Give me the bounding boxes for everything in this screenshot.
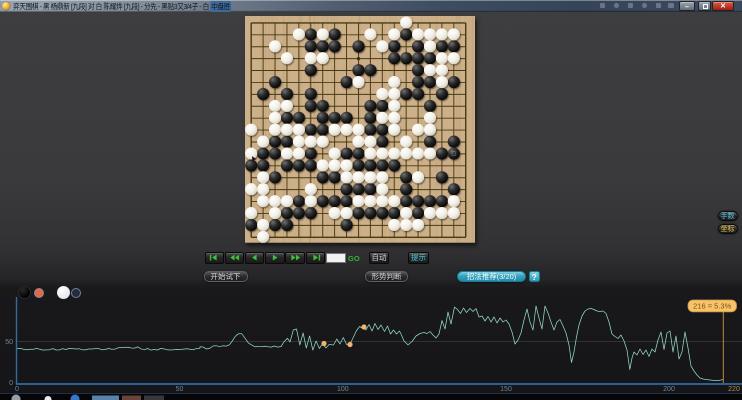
- svg-text:50: 50: [5, 339, 13, 346]
- svg-text:220: 220: [728, 386, 740, 392]
- svg-text:216 = 5.3%: 216 = 5.3%: [693, 302, 731, 311]
- svg-text:150: 150: [500, 386, 512, 392]
- svg-text:0: 0: [9, 380, 13, 387]
- svg-text:50: 50: [176, 386, 184, 392]
- svg-text:200: 200: [663, 386, 675, 392]
- svg-text:0: 0: [15, 386, 19, 392]
- svg-text:100: 100: [337, 386, 349, 392]
